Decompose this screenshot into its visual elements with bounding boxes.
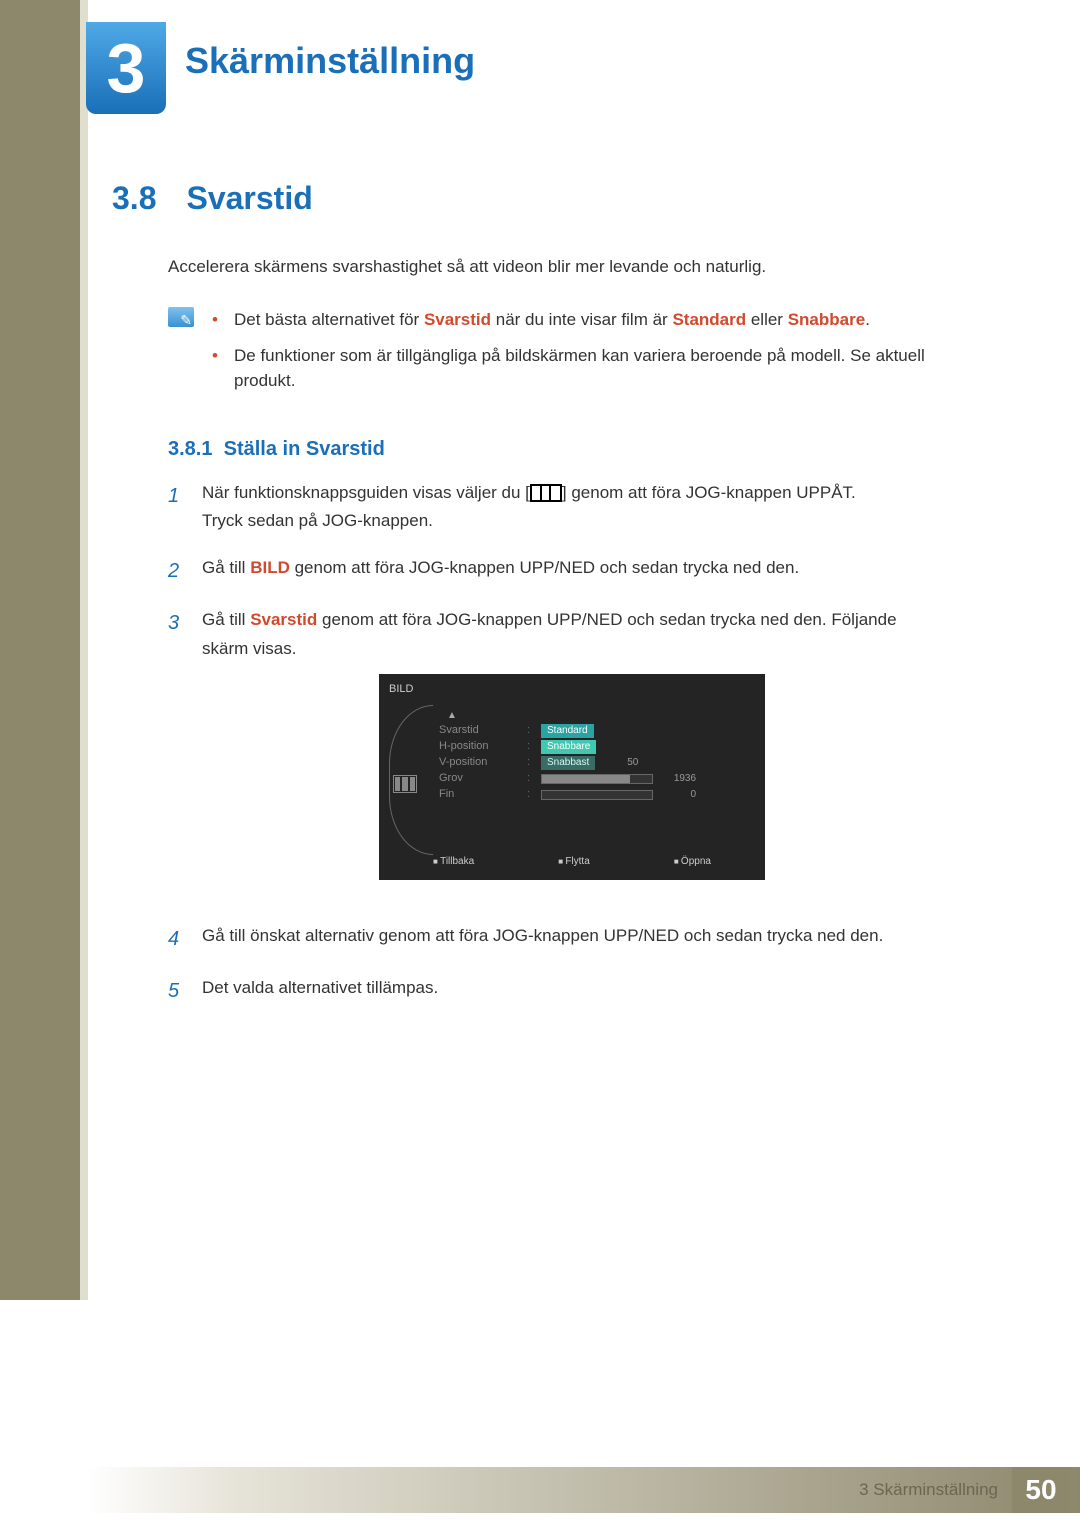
step-body: När funktionsknappsguiden visas väljer d… [202, 479, 856, 537]
section-title: Svarstid [186, 180, 312, 217]
page-number: 50 [1012, 1467, 1070, 1513]
step-body: Det valda alternativet tillämpas. [202, 974, 438, 1008]
osd-row-grov: Grov : 1936 [439, 771, 753, 787]
step-text: Gå till [202, 610, 250, 629]
note-text: . [865, 310, 870, 329]
step: 2 Gå till BILD genom att föra JOG-knappe… [168, 554, 942, 588]
step-number: 2 [168, 554, 188, 588]
subsection-number: 3.8.1 [168, 438, 212, 460]
osd-footer-open: Öppna [674, 853, 711, 870]
osd-option-snabbast[interactable]: Snabbast [541, 756, 595, 770]
keyword-snabbare: Snabbare [788, 310, 865, 329]
step-text: Gå till [202, 558, 250, 577]
note-list: Det bästa alternativet för Svarstid när … [212, 307, 942, 404]
step: 1 När funktionsknappsguiden visas väljer… [168, 479, 942, 537]
osd-label: Fin [439, 785, 519, 804]
note-text: Det bästa alternativet för [234, 310, 424, 329]
osd-row-svarstid: Svarstid : Standard [439, 723, 753, 739]
intro-paragraph: Accelerera skärmens svarshastighet så at… [168, 257, 942, 277]
chapter-number-badge: 3 [86, 22, 166, 114]
osd-row-hpos: H-position : Snabbare [439, 739, 753, 755]
osd-value: 0 [656, 786, 696, 803]
sidebar-band [0, 0, 80, 1300]
step-text: ] genom att föra JOG-knappen UPPÅT. [562, 483, 856, 502]
note-icon [168, 307, 194, 327]
page-footer: 3 Skärminställning 50 [88, 1467, 1080, 1513]
osd-footer-move: Flytta [558, 853, 590, 870]
osd-footer: Tillbaka Flytta Öppna [379, 847, 765, 870]
osd-body: ▲ Svarstid : Standard [379, 705, 765, 847]
note-text: eller [746, 310, 788, 329]
step-number: 1 [168, 479, 188, 537]
subsection-heading: 3.8.1 Ställa in Svarstid [168, 438, 942, 461]
step-text: Tryck sedan på JOG-knappen. [202, 511, 433, 530]
step-body: Gå till önskat alternativ genom att föra… [202, 922, 883, 956]
osd-slider: 0 [541, 785, 711, 804]
section-number: 3.8 [112, 180, 156, 217]
note-block: Det bästa alternativet för Svarstid när … [168, 307, 942, 404]
osd-title: BILD [379, 674, 765, 705]
chapter-title: Skärminställning [185, 40, 475, 82]
keyword-svarstid: Svarstid [250, 610, 317, 629]
osd-side-icon [393, 775, 417, 793]
osd-option-snabbare[interactable]: Snabbare [541, 740, 596, 754]
osd-option-standard[interactable]: Standard [541, 724, 594, 738]
note-item: De funktioner som är tillgängliga på bil… [212, 343, 942, 394]
osd-rows: Svarstid : Standard H-position : [439, 723, 753, 803]
keyword-standard: Standard [672, 310, 746, 329]
note-text: när du inte visar film är [491, 310, 672, 329]
content-area: 3.8 Svarstid Accelerera skärmens svarsha… [112, 180, 942, 1026]
osd-row-vpos: V-position : Snabbast 50 [439, 755, 753, 771]
keyword-bild: BILD [250, 558, 290, 577]
section-heading: 3.8 Svarstid [112, 180, 942, 217]
keyword-svarstid: Svarstid [424, 310, 491, 329]
steps-list: 1 När funktionsknappsguiden visas väljer… [168, 479, 942, 1008]
step-number: 4 [168, 922, 188, 956]
osd-bar[interactable] [541, 790, 653, 800]
step-text: genom att föra JOG-knappen UPP/NED och s… [290, 558, 799, 577]
subsection-title: Ställa in Svarstid [224, 438, 385, 460]
step-body: Gå till BILD genom att föra JOG-knappen … [202, 554, 799, 588]
footer-label: 3 Skärminställning [859, 1480, 998, 1500]
osd-screenshot: BILD ▲ Svarstid : Standard [379, 674, 765, 880]
page: 3 Skärminställning 3.8 Svarstid Accelere… [0, 0, 1080, 1527]
note-item: Det bästa alternativet för Svarstid när … [212, 307, 942, 333]
step: 4 Gå till önskat alternativ genom att fö… [168, 922, 942, 956]
step: 3 Gå till Svarstid genom att föra JOG-kn… [168, 606, 942, 903]
step-body: Gå till Svarstid genom att föra JOG-knap… [202, 606, 942, 903]
step: 5 Det valda alternativet tillämpas. [168, 974, 942, 1008]
sidebar-band-light [80, 0, 88, 1300]
osd-bar[interactable] [541, 774, 653, 784]
step-text: När funktionsknappsguiden visas väljer d… [202, 483, 530, 502]
menu-grid-icon [530, 484, 562, 502]
osd-footer-back: Tillbaka [433, 853, 474, 870]
osd-row-fin: Fin : 0 [439, 787, 753, 803]
osd-up-arrow-icon: ▲ [447, 707, 457, 724]
step-number: 3 [168, 606, 188, 903]
step-number: 5 [168, 974, 188, 1008]
